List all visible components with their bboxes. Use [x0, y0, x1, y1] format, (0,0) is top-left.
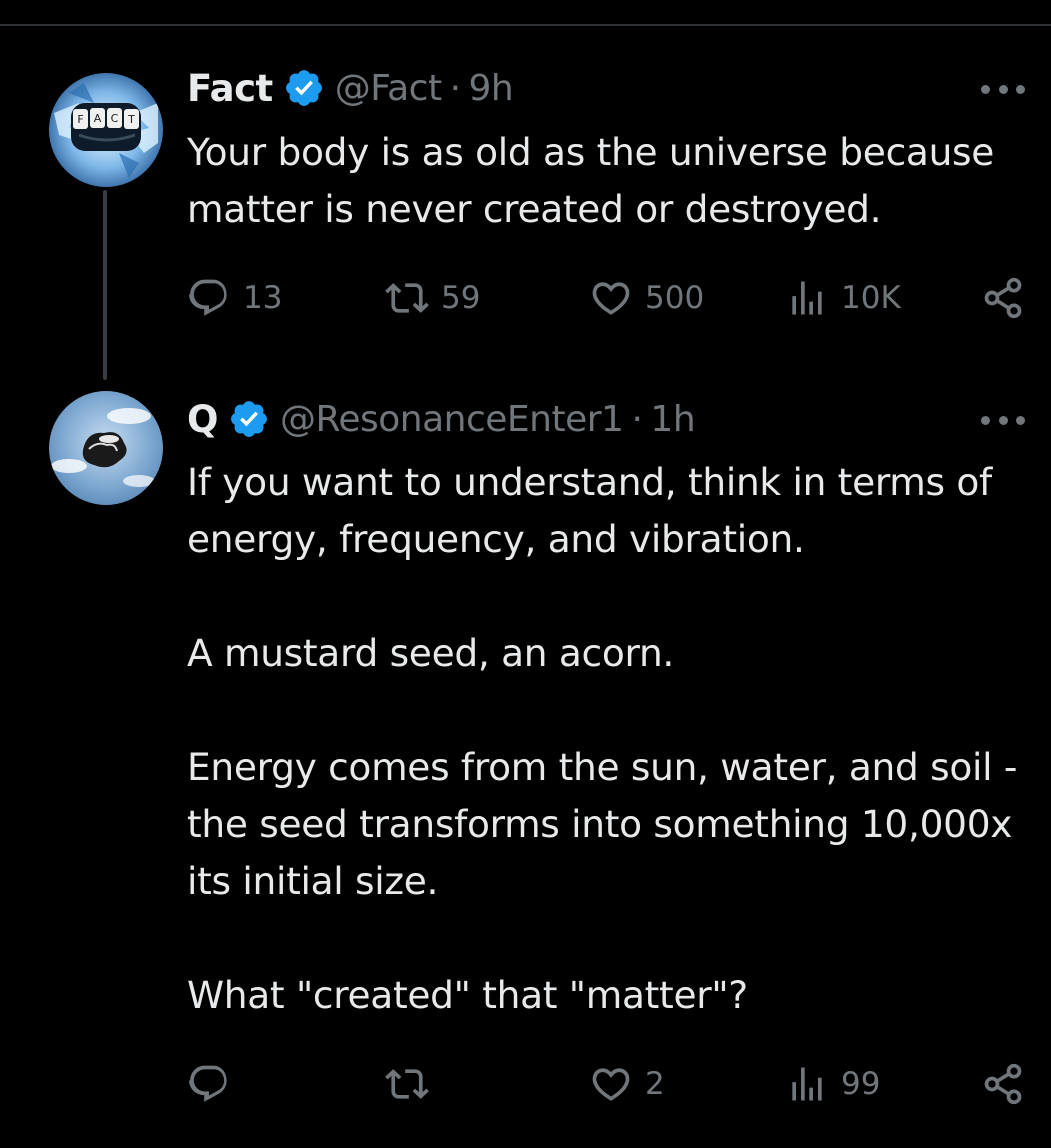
avatar-fact[interactable]: F A C T — [49, 73, 163, 187]
reply-icon — [189, 1065, 227, 1102]
more-options-icon[interactable] — [981, 413, 1025, 427]
share-icon — [984, 277, 1022, 319]
separator-dot: · — [631, 398, 643, 440]
repost-count: 59 — [441, 280, 481, 316]
like-button[interactable]: 2 — [589, 1059, 665, 1109]
views-button[interactable]: 99 — [785, 1059, 880, 1109]
more-options-icon[interactable] — [981, 82, 1025, 96]
tweet-actions: 13 59 500 10K — [187, 273, 1037, 323]
views-count: 10K — [841, 280, 901, 316]
svg-text:F: F — [77, 113, 83, 126]
tweet-actions: 2 99 — [187, 1059, 1037, 1109]
timestamp[interactable]: 1h — [650, 399, 695, 440]
separator-dot: · — [449, 67, 461, 109]
reply-icon — [189, 279, 227, 316]
svg-text:A: A — [94, 112, 102, 125]
repost-button[interactable] — [385, 1059, 441, 1109]
views-count: 99 — [841, 1066, 881, 1102]
views-button[interactable]: 10K — [785, 273, 901, 323]
tweet-text: If you want to understand, think in term… — [187, 460, 1018, 1017]
tweet-header: Q @ResonanceEnter1 · 1h — [187, 394, 696, 444]
verified-badge-icon — [283, 67, 325, 109]
repost-icon — [385, 283, 429, 313]
sky-clouds-avatar-icon — [49, 391, 163, 505]
thread-connector-line — [103, 190, 107, 380]
reply-count: 13 — [243, 280, 283, 316]
share-button[interactable] — [981, 273, 1025, 323]
heart-icon — [592, 282, 630, 315]
svg-text:C: C — [111, 112, 119, 125]
svg-text:T: T — [127, 113, 135, 126]
verified-badge-icon — [228, 398, 270, 440]
user-handle[interactable]: @ResonanceEnter1 — [280, 399, 624, 440]
repost-icon — [385, 1069, 429, 1099]
like-count: 500 — [645, 280, 705, 316]
tweet-text: Your body is as old as the universe beca… — [187, 130, 1006, 231]
display-name[interactable]: Fact — [187, 67, 273, 110]
reply-button[interactable]: 13 — [187, 273, 282, 323]
heart-icon — [592, 1068, 630, 1101]
share-icon — [984, 1063, 1022, 1105]
views-chart-icon — [792, 1067, 822, 1101]
views-chart-icon — [792, 281, 822, 315]
display-name[interactable]: Q — [187, 398, 218, 441]
repost-button[interactable]: 59 — [385, 273, 480, 323]
reply-button[interactable] — [187, 1059, 243, 1109]
like-count: 2 — [645, 1066, 665, 1102]
timestamp[interactable]: 9h — [469, 68, 514, 109]
avatar-q[interactable] — [49, 391, 163, 505]
share-button[interactable] — [981, 1059, 1025, 1109]
fist-fact-avatar-icon: F A C T — [49, 73, 163, 187]
user-handle[interactable]: @Fact — [335, 68, 442, 109]
top-divider — [0, 24, 1051, 26]
like-button[interactable]: 500 — [589, 273, 704, 323]
tweet-header: Fact @Fact · 9h — [187, 63, 514, 113]
